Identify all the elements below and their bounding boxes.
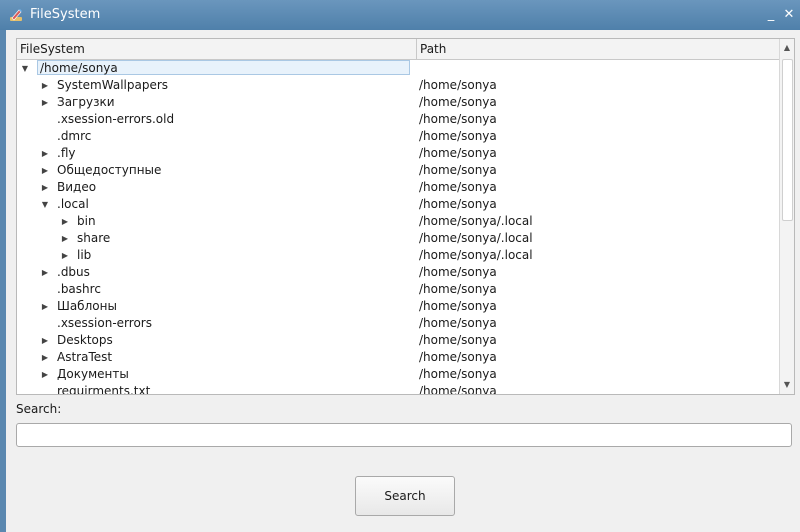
tree-row[interactable]: .xsession-errors/home/sonya bbox=[17, 315, 779, 332]
tree-item-path: /home/sonya bbox=[419, 112, 497, 126]
search-label: Search: bbox=[16, 402, 62, 416]
filesystem-tree[interactable]: FileSystem Path ▼ /home/sonya ▶ SystemWallp… bbox=[16, 38, 795, 395]
tree-row[interactable]: ▶ share/home/sonya/.local bbox=[17, 230, 779, 247]
filesystem-window: FileSystem _ ✕ FileSystem Path ▼ /home/so… bbox=[0, 0, 800, 532]
tree-item-path: /home/sonya bbox=[419, 197, 497, 211]
tree-item-name[interactable]: Видео bbox=[57, 179, 96, 196]
tree-item-name[interactable]: Шаблоны bbox=[57, 298, 117, 315]
tree-item-name[interactable]: Общедоступные bbox=[57, 162, 161, 179]
tree-item-path: /home/sonya bbox=[419, 282, 497, 296]
tree-row[interactable]: ▶ .fly/home/sonya bbox=[17, 145, 779, 162]
column-header-filesystem[interactable]: FileSystem bbox=[17, 39, 417, 59]
triangle-right-icon[interactable]: ▶ bbox=[60, 247, 70, 264]
tree-item-path: /home/sonya bbox=[419, 367, 497, 381]
triangle-down-icon[interactable]: ▼ bbox=[20, 60, 30, 77]
tree-row[interactable]: ▶ Desktops/home/sonya bbox=[17, 332, 779, 349]
tree-item-name[interactable]: .dbus bbox=[57, 264, 90, 281]
tree-item-name[interactable]: Документы bbox=[57, 366, 129, 383]
triangle-right-icon[interactable]: ▶ bbox=[40, 94, 50, 111]
tree-item-name[interactable]: bin bbox=[77, 213, 96, 230]
title-bar[interactable]: FileSystem _ ✕ bbox=[0, 0, 800, 30]
scrollbar-thumb[interactable] bbox=[782, 59, 793, 221]
search-input[interactable] bbox=[16, 423, 792, 447]
tree-item-path: /home/sonya bbox=[419, 95, 497, 109]
tree-item-path: /home/sonya/.local bbox=[419, 248, 533, 262]
tree-row[interactable]: ▶ Видео/home/sonya bbox=[17, 179, 779, 196]
tree-row[interactable]: ▶ lib/home/sonya/.local bbox=[17, 247, 779, 264]
tree-row[interactable]: ▶ bin/home/sonya/.local bbox=[17, 213, 779, 230]
tree-item-name[interactable]: share bbox=[77, 230, 110, 247]
triangle-right-icon[interactable]: ▶ bbox=[40, 179, 50, 196]
scroll-up-arrow-icon[interactable]: ▲ bbox=[780, 41, 794, 55]
tree-item-path: /home/sonya bbox=[419, 316, 497, 330]
tree-item-name[interactable]: SystemWallpapers bbox=[57, 77, 168, 94]
tree-row[interactable]: ▶ SystemWallpapers/home/sonya bbox=[17, 77, 779, 94]
tree-item-path: /home/sonya bbox=[419, 350, 497, 364]
column-header-path[interactable]: Path bbox=[417, 39, 780, 59]
client-area: FileSystem Path ▼ /home/sonya ▶ SystemWallp… bbox=[6, 30, 800, 532]
triangle-right-icon[interactable]: ▶ bbox=[40, 162, 50, 179]
tree-item-name[interactable]: .fly bbox=[57, 145, 75, 162]
tree-row[interactable]: ▶ Общедоступные/home/sonya bbox=[17, 162, 779, 179]
tree-item-path: /home/sonya bbox=[419, 384, 497, 394]
minimize-button[interactable]: _ bbox=[762, 6, 780, 24]
triangle-right-icon[interactable]: ▶ bbox=[60, 230, 70, 247]
triangle-right-icon[interactable]: ▶ bbox=[60, 213, 70, 230]
triangle-right-icon[interactable]: ▶ bbox=[40, 349, 50, 366]
tree-row[interactable]: ▶ AstraTest/home/sonya bbox=[17, 349, 779, 366]
close-button[interactable]: ✕ bbox=[780, 6, 798, 24]
tree-item-name[interactable]: requirments.txt bbox=[57, 383, 150, 394]
search-button[interactable]: Search bbox=[355, 476, 455, 516]
tree-item-path: /home/sonya bbox=[419, 180, 497, 194]
tree-row[interactable]: .bashrc/home/sonya bbox=[17, 281, 779, 298]
tree-rows: ▼ /home/sonya ▶ SystemWallpapers/home/sonya… bbox=[17, 60, 779, 394]
triangle-right-icon[interactable]: ▶ bbox=[40, 366, 50, 383]
scroll-down-arrow-icon[interactable]: ▼ bbox=[780, 378, 794, 392]
tree-item-name[interactable]: .dmrc bbox=[57, 128, 91, 145]
vertical-scrollbar[interactable]: ▲ ▼ bbox=[779, 39, 794, 394]
tree-item-path: /home/sonya/.local bbox=[419, 214, 533, 228]
tree-item-name[interactable]: AstraTest bbox=[57, 349, 112, 366]
tree-item-name[interactable]: Загрузки bbox=[57, 94, 115, 111]
triangle-down-icon[interactable]: ▼ bbox=[40, 196, 50, 213]
tree-item-path: /home/sonya bbox=[419, 333, 497, 347]
tree-item-name[interactable]: .bashrc bbox=[57, 281, 101, 298]
tree-item-path: /home/sonya bbox=[419, 299, 497, 313]
triangle-right-icon[interactable]: ▶ bbox=[40, 298, 50, 315]
tree-item-path: /home/sonya bbox=[419, 78, 497, 92]
tree-item-name[interactable]: .xsession-errors.old bbox=[57, 111, 174, 128]
triangle-right-icon[interactable]: ▶ bbox=[40, 145, 50, 162]
triangle-right-icon[interactable]: ▶ bbox=[40, 332, 50, 349]
tree-row[interactable]: ▶ Шаблоны/home/sonya bbox=[17, 298, 779, 315]
tree-row[interactable]: ▶ .dbus/home/sonya bbox=[17, 264, 779, 281]
tree-item-name[interactable]: .local bbox=[57, 196, 89, 213]
tree-row[interactable]: ▼ /home/sonya bbox=[17, 60, 779, 77]
tree-item-path: /home/sonya bbox=[419, 129, 497, 143]
tree-row[interactable]: requirments.txt/home/sonya bbox=[17, 383, 779, 394]
tree-row[interactable]: ▶ Документы/home/sonya bbox=[17, 366, 779, 383]
tree-item-name[interactable]: /home/sonya bbox=[37, 60, 410, 75]
triangle-right-icon[interactable]: ▶ bbox=[40, 264, 50, 281]
tree-row[interactable]: .dmrc/home/sonya bbox=[17, 128, 779, 145]
tree-item-name[interactable]: lib bbox=[77, 247, 91, 264]
app-pencil-icon bbox=[10, 9, 22, 21]
tree-item-path: /home/sonya bbox=[419, 146, 497, 160]
tree-item-name[interactable]: Desktops bbox=[57, 332, 113, 349]
tree-row[interactable]: ▼ .local/home/sonya bbox=[17, 196, 779, 213]
tree-header: FileSystem Path bbox=[17, 39, 779, 60]
tree-item-path: /home/sonya bbox=[419, 163, 497, 177]
tree-item-path: /home/sonya bbox=[419, 265, 497, 279]
tree-row[interactable]: .xsession-errors.old/home/sonya bbox=[17, 111, 779, 128]
window-title: FileSystem bbox=[30, 7, 101, 22]
tree-item-name[interactable]: .xsession-errors bbox=[57, 315, 152, 332]
tree-row[interactable]: ▶ Загрузки/home/sonya bbox=[17, 94, 779, 111]
triangle-right-icon[interactable]: ▶ bbox=[40, 77, 50, 94]
tree-item-path: /home/sonya/.local bbox=[419, 231, 533, 245]
